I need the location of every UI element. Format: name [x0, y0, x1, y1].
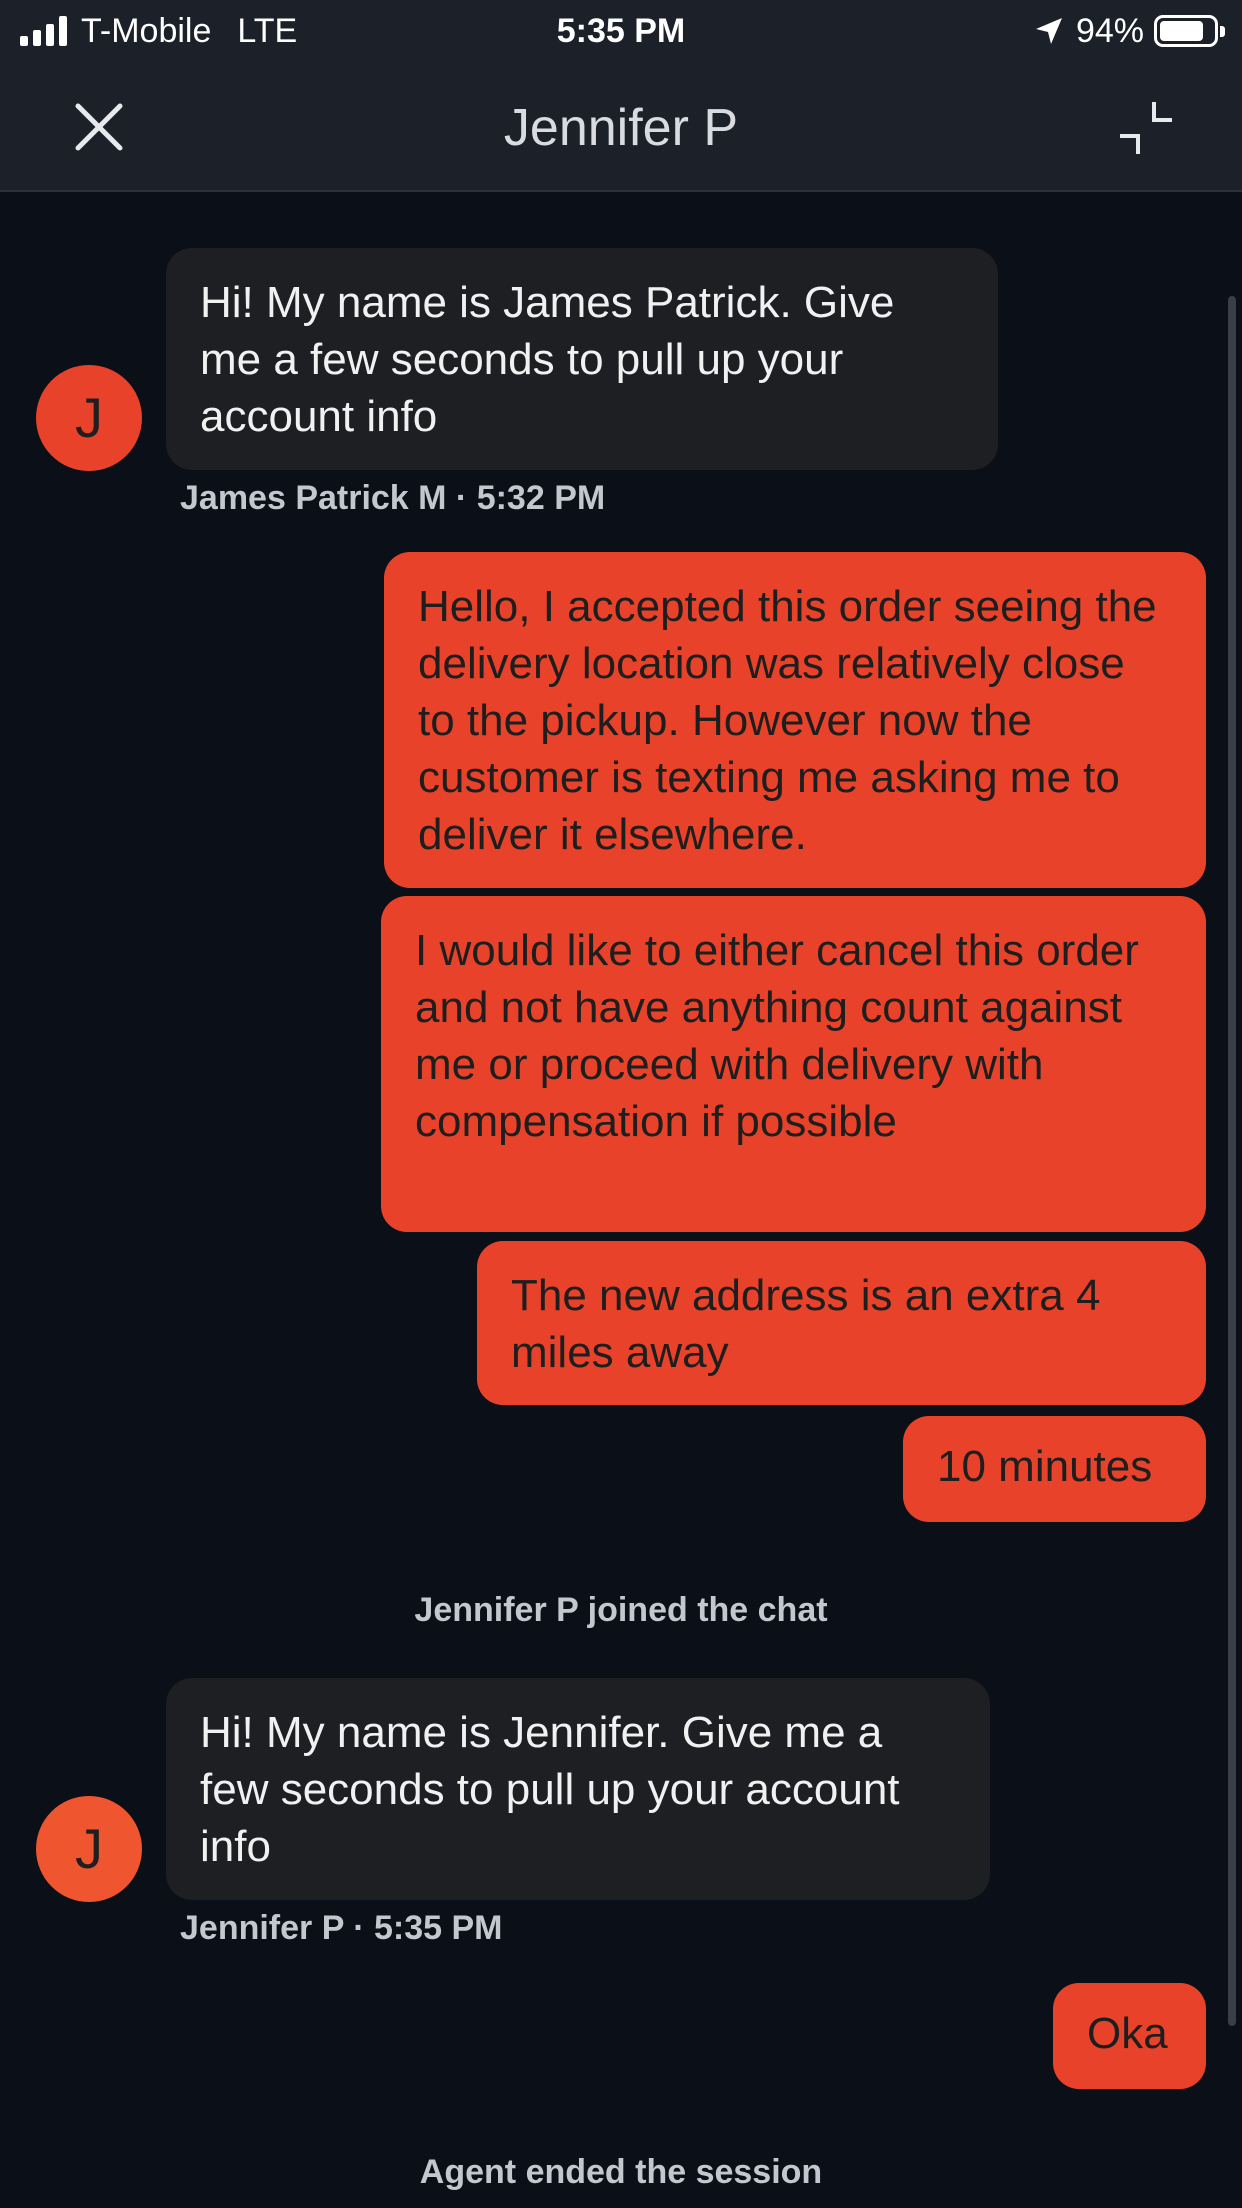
- system-message-joined: Jennifer P joined the chat: [414, 1591, 828, 1629]
- message-text: I would like to either cancel this order…: [415, 926, 1139, 1146]
- battery-nub: [1220, 26, 1225, 37]
- message-text: 10 minutes: [937, 1442, 1153, 1491]
- message-text: Hi! My name is Jennifer. Give me a few s…: [200, 1708, 900, 1871]
- avatar: J: [36, 365, 142, 471]
- user-message-bubble: The new address is an extra 4 miles away: [477, 1241, 1206, 1405]
- battery-icon: [1154, 15, 1225, 47]
- scrollbar[interactable]: [1228, 296, 1236, 2026]
- avatar-initial: J: [75, 386, 103, 449]
- avatar: J: [36, 1796, 142, 1902]
- battery-fill: [1160, 21, 1203, 41]
- message-text: Oka: [1087, 2009, 1168, 2058]
- agent-message-bubble: Hi! My name is James Patrick. Give me a …: [166, 248, 998, 470]
- message-text: The new address is an extra 4 miles away: [511, 1271, 1101, 1377]
- status-right: 94%: [1034, 12, 1226, 50]
- user-message-bubble: 10 minutes: [903, 1416, 1206, 1522]
- chat-transcript[interactable]: Hi! My name is James Patrick. Give me a …: [0, 192, 1242, 2208]
- message-meta: James Patrick M · 5:32 PM: [180, 479, 606, 517]
- status-bar: T-Mobile LTE 5:35 PM 94%: [0, 0, 1242, 62]
- header-title: Jennifer P: [503, 99, 739, 157]
- user-message-bubble: I would like to either cancel this order…: [381, 896, 1206, 1232]
- location-arrow-icon: [1035, 18, 1062, 44]
- agent-message-bubble: Hi! My name is Jennifer. Give me a few s…: [166, 1678, 990, 1900]
- message-meta: Jennifer P · 5:35 PM: [180, 1909, 503, 1947]
- user-message-bubble: Hello, I accepted this order seeing the …: [384, 552, 1206, 888]
- battery-percent: 94%: [1075, 12, 1144, 50]
- system-message-ended: Agent ended the session: [419, 2153, 823, 2191]
- message-text: Hello, I accepted this order seeing the …: [418, 582, 1157, 859]
- chat-header: Jennifer P: [0, 62, 1242, 192]
- message-text: Hi! My name is James Patrick. Give me a …: [200, 278, 895, 441]
- avatar-initial: J: [75, 1817, 103, 1880]
- user-message-bubble: Oka: [1053, 1983, 1206, 2089]
- minimize-icon[interactable]: [1116, 98, 1176, 158]
